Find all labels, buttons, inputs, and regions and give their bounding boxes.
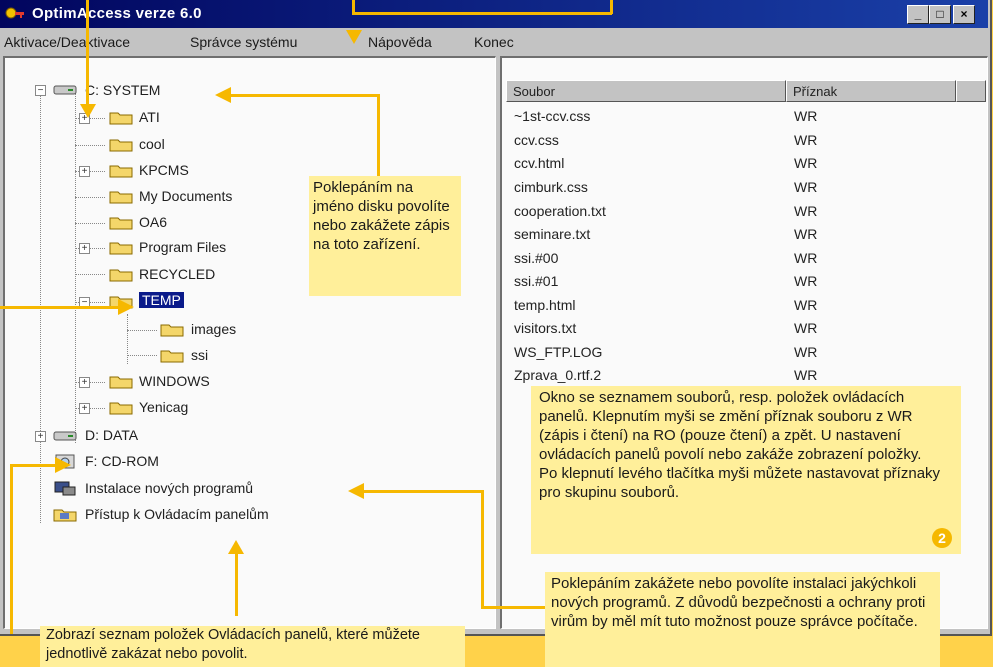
file-name[interactable]: ssi.#01	[514, 273, 558, 289]
callout-files: Okno se seznamem souborů, resp. položek …	[531, 386, 961, 554]
file-name[interactable]: cooperation.txt	[514, 203, 606, 219]
file-flag[interactable]: WR	[794, 297, 817, 313]
folder-icon	[160, 324, 184, 337]
file-name[interactable]: ssi.#00	[514, 250, 558, 266]
file-flag[interactable]: WR	[794, 250, 817, 266]
folder-icon	[109, 139, 133, 152]
file-flag[interactable]: WR	[794, 155, 817, 171]
expand-icon[interactable]: +	[79, 243, 90, 254]
drive-tree[interactable]: − C: SYSTEM + ATI cool + KPCMS My Docume…	[3, 56, 496, 629]
file-flag[interactable]: WR	[794, 179, 817, 195]
folder-ati[interactable]: ATI	[139, 109, 160, 125]
menu-aktivace[interactable]: Aktivace/Deaktivace	[4, 34, 130, 50]
expand-icon[interactable]: +	[79, 166, 90, 177]
minimize-button[interactable]: _	[907, 5, 929, 24]
folder-cool[interactable]: cool	[139, 136, 165, 152]
arrow-line	[481, 490, 484, 608]
folder-icon	[109, 112, 133, 125]
folder-windows[interactable]: WINDOWS	[139, 373, 210, 389]
folder-icon	[160, 350, 184, 363]
drive-d-label[interactable]: D: DATA	[85, 427, 138, 443]
arrow-line	[377, 94, 380, 176]
install-programs-label[interactable]: Instalace nových programů	[85, 480, 253, 496]
close-button[interactable]: ×	[953, 5, 975, 24]
app-key-icon	[5, 7, 24, 19]
file-flag[interactable]: WR	[794, 108, 817, 124]
folder-icon	[109, 242, 133, 255]
folder-icon	[109, 165, 133, 178]
folder-icon	[109, 217, 133, 230]
control-panels-label[interactable]: Přístup k Ovládacím panelům	[85, 506, 269, 522]
drive-f-label[interactable]: F: CD-ROM	[85, 453, 159, 469]
column-header-flag[interactable]: Příznak	[786, 80, 956, 102]
arrow-line	[228, 94, 380, 97]
column-header-empty	[956, 80, 986, 102]
control-panel-icon	[53, 509, 77, 522]
file-name[interactable]: seminare.txt	[514, 226, 590, 242]
file-name[interactable]: visitors.txt	[514, 320, 576, 336]
hard-drive-icon	[53, 431, 77, 441]
file-name[interactable]: cimburk.css	[514, 179, 588, 195]
file-flag[interactable]: WR	[794, 367, 817, 383]
folder-program-files[interactable]: Program Files	[139, 239, 226, 255]
hard-drive-icon	[53, 85, 77, 95]
folder-icon	[109, 376, 133, 389]
callout-install: Poklepáním zakážete nebo povolíte instal…	[545, 572, 940, 667]
callout-panels: Zobrazí seznam položek Ovládacích panelů…	[40, 626, 465, 667]
arrow-line	[360, 490, 484, 493]
expand-icon[interactable]: +	[79, 377, 90, 388]
maximize-button[interactable]: □	[929, 5, 951, 24]
callout-disk: Poklepáním na jméno disku povolíte nebo …	[309, 176, 461, 296]
file-flag[interactable]: WR	[794, 320, 817, 336]
column-header-file[interactable]: Soubor	[506, 80, 786, 102]
file-flag[interactable]: WR	[794, 226, 817, 242]
file-flag[interactable]: WR	[794, 273, 817, 289]
file-flag[interactable]: WR	[794, 344, 817, 360]
arrow-line	[481, 606, 545, 609]
folder-kpcms[interactable]: KPCMS	[139, 162, 189, 178]
folder-icon	[109, 269, 133, 282]
file-name[interactable]: ccv.html	[514, 155, 564, 171]
expand-d-icon[interactable]: +	[35, 431, 46, 442]
folder-my-documents[interactable]: My Documents	[139, 188, 232, 204]
file-flag[interactable]: WR	[794, 203, 817, 219]
file-name[interactable]: Zprava_0.rtf.2	[514, 367, 601, 383]
arrow-line	[610, 0, 613, 14]
menu-bar: Aktivace/Deaktivace Správce systému Nápo…	[0, 30, 988, 54]
file-name[interactable]: ccv.css	[514, 132, 559, 148]
arrow-line	[86, 0, 89, 110]
folder-oa6[interactable]: OA6	[139, 214, 167, 230]
folder-icon	[109, 402, 133, 415]
folder-images[interactable]: images	[191, 321, 236, 337]
step-badge: 2	[932, 528, 952, 548]
window-title: OptimAccess verze 6.0	[32, 5, 202, 22]
file-name[interactable]: WS_FTP.LOG	[514, 344, 602, 360]
arrow-line	[10, 464, 13, 634]
folder-temp[interactable]: TEMP	[139, 292, 184, 308]
arrow-line	[352, 12, 612, 15]
folder-icon	[109, 191, 133, 204]
menu-konec[interactable]: Konec	[474, 34, 514, 50]
install-programs-icon	[54, 481, 76, 496]
expand-icon[interactable]: +	[79, 403, 90, 414]
drive-c-label[interactable]: C: SYSTEM	[85, 82, 160, 98]
menu-napoveda[interactable]: Nápověda	[368, 34, 432, 50]
file-name[interactable]: ~1st-ccv.css	[514, 108, 590, 124]
arrow-line	[0, 306, 124, 309]
folder-temp-label: TEMP	[139, 292, 184, 308]
arrow-line	[10, 464, 60, 467]
menu-spravce[interactable]: Správce systému	[190, 34, 297, 50]
collapse-c-icon[interactable]: −	[35, 85, 46, 96]
folder-ssi[interactable]: ssi	[191, 347, 208, 363]
folder-yenicag[interactable]: Yenicag	[139, 399, 188, 415]
file-flag[interactable]: WR	[794, 132, 817, 148]
folder-recycled[interactable]: RECYCLED	[139, 266, 215, 282]
arrow-line	[235, 550, 238, 616]
file-name[interactable]: temp.html	[514, 297, 575, 313]
